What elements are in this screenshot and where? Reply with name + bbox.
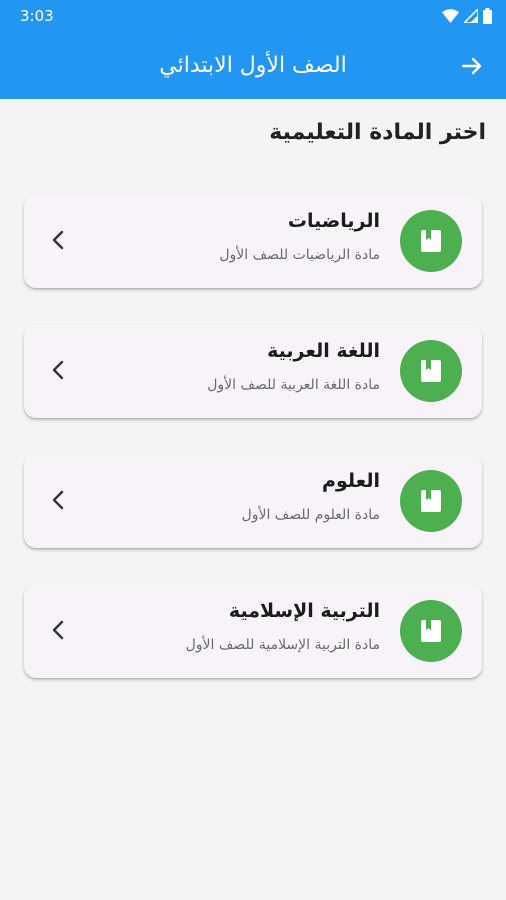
subject-subtitle: مادة العلوم للصف الأول — [241, 507, 380, 523]
status-time: 3:03 — [20, 7, 54, 25]
subject-subtitle: مادة الرياضيات للصف الأول — [219, 247, 380, 263]
chevron-left-icon — [46, 618, 70, 642]
subject-title: الرياضيات — [287, 210, 380, 232]
subject-icon-circle — [400, 470, 462, 532]
book-icon — [421, 360, 441, 382]
section-title: اختر المادة التعليمية — [269, 120, 486, 145]
chevron-left-icon — [46, 228, 70, 252]
subject-title: اللغة العربية — [267, 340, 380, 362]
chevron-left-icon — [46, 358, 70, 382]
wifi-icon — [442, 9, 459, 23]
subject-icon-circle — [400, 340, 462, 402]
subject-card-islamic[interactable]: التربية الإسلامية مادة التربية الإسلامية… — [24, 584, 482, 678]
subject-card-science[interactable]: العلوم مادة العلوم للصف الأول — [24, 454, 482, 548]
book-icon — [421, 490, 441, 512]
subject-card-math[interactable]: الرياضيات مادة الرياضيات للصف الأول — [24, 194, 482, 288]
book-icon — [421, 230, 441, 252]
back-button[interactable] — [456, 50, 488, 82]
page-title: الصف الأول الابتدائي — [159, 53, 347, 78]
subject-subtitle: مادة التربية الإسلامية للصف الأول — [185, 637, 380, 653]
signal-icon — [464, 9, 478, 23]
arrow-forward-icon — [461, 57, 482, 75]
chevron-left-icon — [46, 488, 70, 512]
status-bar: 3:03 — [0, 0, 506, 32]
battery-icon — [483, 8, 492, 24]
subject-list: الرياضيات مادة الرياضيات للصف الأول اللغ… — [24, 194, 482, 714]
app-bar: الصف الأول الابتدائي — [0, 32, 506, 99]
subject-title: العلوم — [322, 470, 380, 492]
subject-icon-circle — [400, 600, 462, 662]
subject-subtitle: مادة اللغة العربية للصف الأول — [207, 377, 380, 393]
subject-icon-circle — [400, 210, 462, 272]
status-icons — [442, 8, 492, 24]
book-icon — [421, 620, 441, 642]
subject-title: التربية الإسلامية — [228, 600, 380, 622]
subject-card-arabic[interactable]: اللغة العربية مادة اللغة العربية للصف ال… — [24, 324, 482, 418]
